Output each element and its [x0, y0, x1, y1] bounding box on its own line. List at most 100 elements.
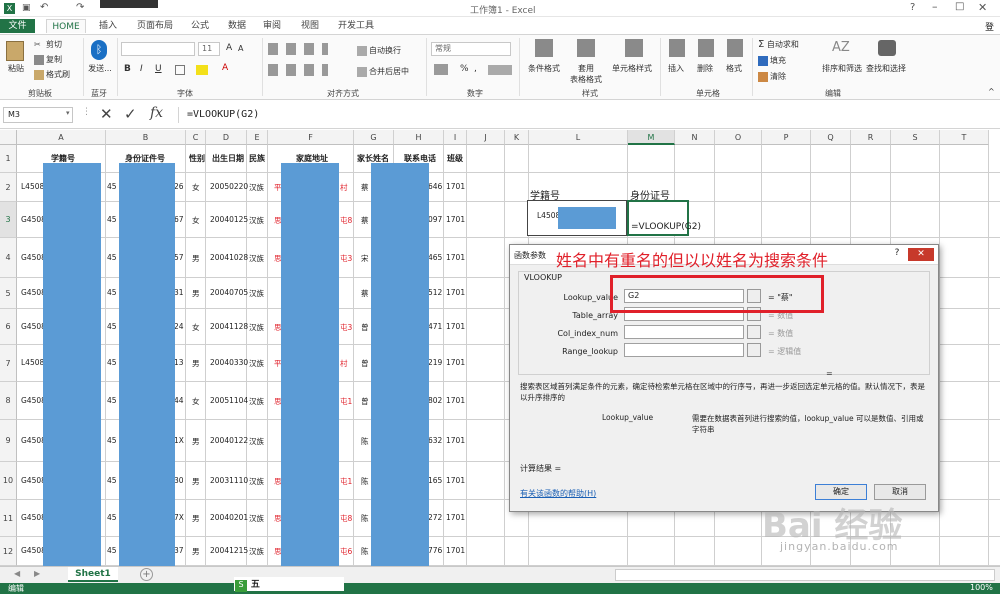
column-header-c[interactable]: C — [186, 130, 206, 145]
cell-b[interactable]: 45 — [107, 358, 117, 367]
lookup-cell-l3[interactable]: L4508 — [527, 200, 627, 236]
cell-b2[interactable]: 7X — [174, 513, 184, 522]
insert-function-button[interactable]: fx — [150, 105, 163, 121]
cell-e[interactable]: 汉族 — [249, 182, 264, 193]
conditional-format-button[interactable]: 条件格式 — [528, 63, 560, 74]
column-header-i[interactable]: I — [444, 130, 467, 145]
cell-a[interactable]: L4508 — [21, 182, 44, 191]
select-all-corner[interactable] — [0, 130, 17, 145]
name-box-dropdown-icon[interactable]: ▾ — [66, 109, 70, 117]
font-size-dropdown[interactable]: 11 — [198, 42, 220, 56]
cell-b2[interactable]: 67 — [174, 215, 184, 224]
paste-button[interactable]: 粘贴 — [8, 63, 24, 74]
cell-i[interactable]: 1701 — [446, 182, 465, 191]
ime-toolbar[interactable]: S 五 — [234, 577, 344, 592]
collapse-ribbon-icon[interactable]: ^ — [988, 87, 995, 96]
cut-button[interactable]: ✂ 剪切 — [34, 39, 62, 50]
cell-g[interactable]: 陈 — [361, 476, 369, 487]
paste-icon[interactable] — [6, 41, 24, 61]
redo-icon[interactable]: ↷ — [76, 2, 84, 13]
column-header-g[interactable]: G — [354, 130, 394, 145]
cell-c[interactable]: 男 — [192, 436, 200, 447]
cell-b2[interactable]: 31 — [174, 288, 184, 297]
cell-d[interactable]: 20031110 — [210, 476, 248, 485]
comma-button[interactable]: , — [474, 64, 477, 74]
cell-d[interactable]: 20051104 — [210, 396, 248, 405]
cell-b[interactable]: 45 — [107, 513, 117, 522]
cell-b[interactable]: 45 — [107, 546, 117, 555]
wrap-text-button[interactable]: 自动换行 — [357, 45, 401, 56]
cell-c[interactable]: 男 — [192, 546, 200, 557]
copy-button[interactable]: 复制 — [34, 54, 62, 65]
cell-b[interactable]: 45 — [107, 476, 117, 485]
cell-b[interactable]: 45 — [107, 288, 117, 297]
cell-d[interactable]: 20041028 — [210, 253, 248, 262]
format-painter-button[interactable]: 格式刷 — [34, 69, 70, 80]
cell-g[interactable]: 蔡 — [361, 215, 369, 226]
cell-b2[interactable]: 57 — [174, 253, 184, 262]
cell-c[interactable]: 男 — [192, 476, 200, 487]
tab-page-layout[interactable]: 页面布局 — [135, 19, 175, 33]
cell-h[interactable]: 219 — [428, 358, 442, 367]
cell-i[interactable]: 1701 — [446, 546, 465, 555]
column-header-b[interactable]: B — [106, 130, 186, 145]
cell-e[interactable]: 汉族 — [249, 253, 264, 264]
cell-g[interactable]: 陈 — [361, 436, 369, 447]
percent-button[interactable]: % — [460, 64, 469, 74]
cell-g[interactable]: 蔡 — [361, 182, 369, 193]
row-header-2[interactable]: 2 — [0, 173, 17, 202]
collapse-dialog-icon[interactable] — [747, 343, 761, 357]
function-help-link[interactable]: 有关该函数的帮助(H) — [520, 488, 596, 499]
cell-b2[interactable]: 30 — [174, 476, 184, 485]
cell-e[interactable]: 汉族 — [249, 215, 264, 226]
cell-b[interactable]: 45 — [107, 322, 117, 331]
cell-g[interactable]: 曾 — [361, 322, 369, 333]
cell-e[interactable]: 汉族 — [249, 436, 264, 447]
decimal-icons[interactable] — [488, 65, 512, 75]
cell-h[interactable]: 272 — [428, 513, 442, 522]
cell-e[interactable]: 汉族 — [249, 288, 264, 299]
tab-data[interactable]: 数据 — [225, 19, 249, 33]
cell-i[interactable]: 1701 — [446, 253, 465, 262]
autosum-button[interactable]: Σ 自动求和 — [758, 39, 799, 50]
row-header-10[interactable]: 10 — [0, 462, 17, 500]
row-header-5[interactable]: 5 — [0, 278, 17, 309]
cell-e[interactable]: 汉族 — [249, 476, 264, 487]
cell-b[interactable]: 45 — [107, 182, 117, 191]
row-header-4[interactable]: 4 — [0, 238, 17, 278]
column-header-l[interactable]: L — [529, 130, 628, 145]
cell-c[interactable]: 女 — [192, 322, 200, 333]
cell-e[interactable]: 汉族 — [249, 513, 264, 524]
confirm-entry-icon[interactable]: ✓ — [124, 105, 137, 123]
tab-file[interactable]: 文件 — [0, 19, 35, 33]
sheet-tab-sheet1[interactable]: Sheet1 — [68, 567, 118, 582]
clear-button[interactable]: 清除 — [758, 71, 786, 82]
bluetooth-send-button[interactable]: 发送... — [88, 63, 112, 74]
cancel-entry-icon[interactable]: ✕ — [100, 105, 113, 123]
cell-h[interactable]: 802 — [428, 396, 442, 405]
cell-c[interactable]: 男 — [192, 253, 200, 264]
help-icon[interactable]: ? — [890, 248, 904, 261]
cell-i[interactable]: 1701 — [446, 513, 465, 522]
cell-styles-icon[interactable] — [625, 39, 643, 57]
format-cells-icon[interactable] — [727, 39, 743, 57]
cell-d[interactable]: 20040201 — [210, 513, 248, 522]
cell-f2[interactable]: 屯1 — [340, 396, 352, 407]
column-header-r[interactable]: R — [851, 130, 891, 145]
sort-filter-button[interactable]: 排序和筛选 — [822, 63, 862, 74]
conditional-format-icon[interactable] — [535, 39, 553, 57]
help-icon[interactable]: ? — [910, 2, 915, 13]
cell-d[interactable]: 20040330 — [210, 358, 248, 367]
cell-f2[interactable]: 屯8 — [340, 513, 352, 524]
italic-button[interactable]: I — [140, 64, 143, 74]
cell-c[interactable]: 男 — [192, 288, 200, 299]
row-header-8[interactable]: 8 — [0, 382, 17, 420]
column-header-f[interactable]: F — [268, 130, 354, 145]
cell-d[interactable]: 20040705 — [210, 288, 248, 297]
cell-b2[interactable]: 26 — [174, 182, 184, 191]
cell-i[interactable]: 1701 — [446, 288, 465, 297]
column-header-j[interactable]: J — [467, 130, 505, 145]
align-horizontal-icons[interactable] — [268, 64, 328, 76]
tab-home[interactable]: HOME — [46, 19, 86, 33]
cell-g[interactable]: 蔡 — [361, 288, 369, 299]
